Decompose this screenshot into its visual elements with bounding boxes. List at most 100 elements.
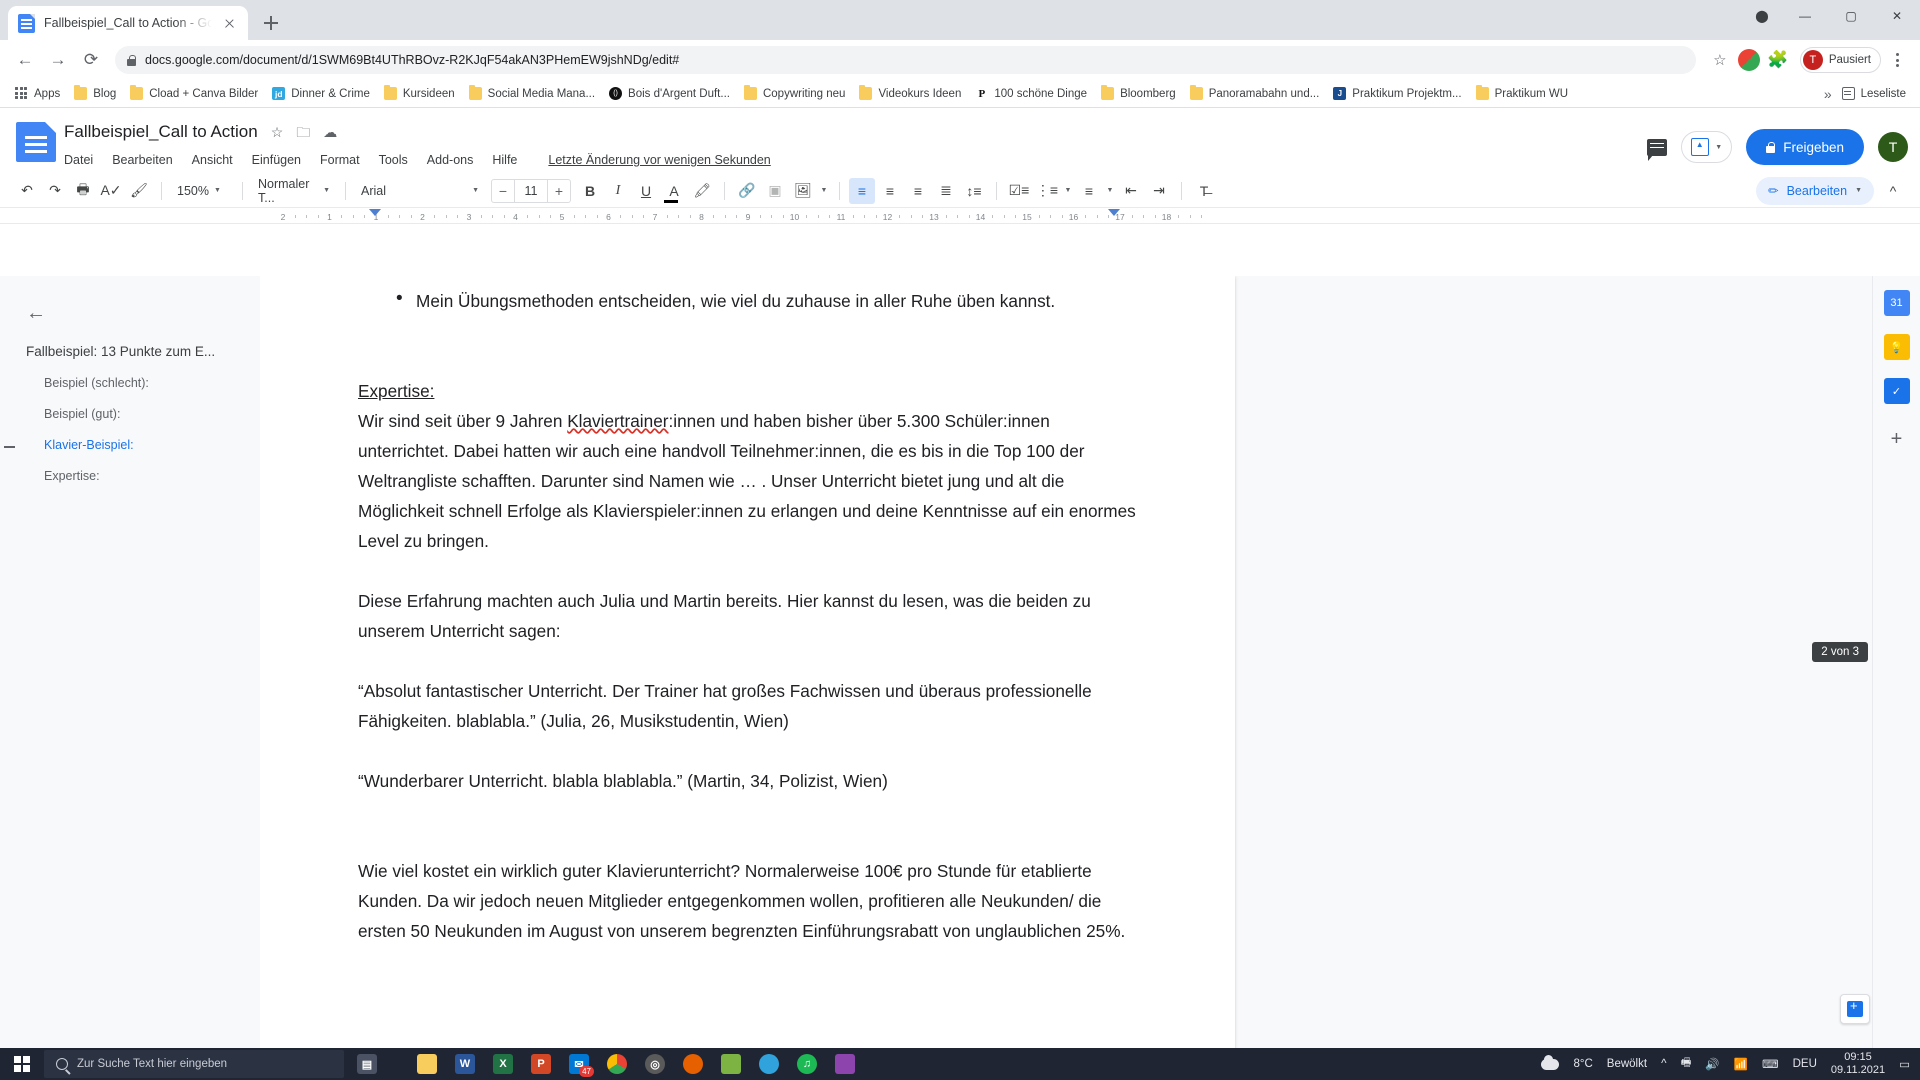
- increase-indent-icon[interactable]: ⇥: [1146, 178, 1172, 204]
- share-button[interactable]: Freigeben: [1746, 129, 1864, 165]
- outline-item-expertise[interactable]: Expertise:: [26, 469, 242, 483]
- outline-item-beispiel-gut[interactable]: Beispiel (gut):: [26, 407, 242, 421]
- forward-icon[interactable]: →: [43, 45, 73, 75]
- chevron-down-icon[interactable]: ▼: [818, 178, 830, 204]
- redo-icon[interactable]: ↷: [42, 178, 68, 204]
- chrome-menu-icon[interactable]: [1884, 47, 1910, 73]
- font-size-input[interactable]: 11: [514, 179, 548, 202]
- photos-icon[interactable]: [714, 1049, 748, 1079]
- clock[interactable]: 09:15 09.11.2021: [1831, 1051, 1885, 1077]
- chevron-down-icon[interactable]: ▼: [1062, 178, 1074, 204]
- outline-document-title[interactable]: Fallbeispiel: 13 Punkte zum E...: [26, 344, 242, 359]
- paint-format-icon[interactable]: 🖌: [126, 178, 152, 204]
- bulleted-list-icon[interactable]: ⋮≡: [1034, 178, 1060, 204]
- align-justify-icon[interactable]: ≣: [933, 178, 959, 204]
- gallery-icon[interactable]: [828, 1049, 862, 1079]
- new-tab-button[interactable]: [257, 9, 285, 37]
- menu-addons[interactable]: Add-ons: [427, 153, 474, 167]
- add-addon-icon[interactable]: +: [1891, 428, 1903, 451]
- spotify-icon[interactable]: ♫: [790, 1049, 824, 1079]
- close-window-button[interactable]: ✕: [1874, 0, 1920, 32]
- bookmark-100-schoene-dinge[interactable]: P 100 schöne Dinge: [968, 83, 1094, 105]
- extensions-puzzle-icon[interactable]: 🧩: [1763, 45, 1793, 75]
- cloud-saved-icon[interactable]: ☁: [323, 125, 337, 139]
- chevron-down-icon[interactable]: ▼: [1104, 178, 1116, 204]
- language-indicator[interactable]: DEU: [1793, 1058, 1817, 1070]
- highlight-pen-icon[interactable]: 🖍: [689, 178, 715, 204]
- volume-icon[interactable]: 🔊: [1705, 1057, 1719, 1071]
- edge-icon[interactable]: [752, 1049, 786, 1079]
- decrease-indent-icon[interactable]: ⇤: [1118, 178, 1144, 204]
- outline-item-klavier-beispiel[interactable]: Klavier-Beispiel:: [4, 438, 242, 452]
- google-keep-icon[interactable]: 💡: [1883, 334, 1910, 360]
- italic-button[interactable]: I: [605, 178, 631, 204]
- tray-expand-icon[interactable]: ^: [1661, 1058, 1666, 1070]
- bookmark-panoramabahn-und[interactable]: Panoramabahn und...: [1183, 83, 1327, 105]
- bookmarks-overflow-icon[interactable]: »: [1814, 86, 1842, 102]
- file-explorer-icon[interactable]: [410, 1049, 444, 1079]
- bold-button[interactable]: B: [577, 178, 603, 204]
- bookmark-star-icon[interactable]: ☆: [1705, 45, 1735, 75]
- bookmark-apps[interactable]: Apps: [8, 83, 67, 105]
- insert-image-icon[interactable]: 🖼: [790, 178, 816, 204]
- print-icon[interactable]: 🖶: [70, 178, 96, 204]
- move-to-folder-icon[interactable]: 🗀: [296, 125, 310, 139]
- maximize-button[interactable]: ▢: [1828, 0, 1874, 32]
- firefox-icon[interactable]: [676, 1049, 710, 1079]
- weather-temperature[interactable]: 8°C: [1573, 1058, 1592, 1070]
- notification-icon[interactable]: ▭: [1899, 1057, 1910, 1071]
- menu-ansicht[interactable]: Ansicht: [192, 153, 233, 167]
- font-dropdown[interactable]: Arial ▼: [355, 178, 485, 204]
- paragraph-style-dropdown[interactable]: Normaler T... ▼: [252, 177, 336, 205]
- windows-start-button[interactable]: [0, 1048, 44, 1080]
- extension-avatar-icon[interactable]: [1737, 49, 1760, 71]
- font-size-stepper[interactable]: − 11 +: [491, 178, 571, 203]
- google-docs-logo-icon[interactable]: [16, 122, 56, 162]
- chrome-icon[interactable]: [600, 1049, 634, 1079]
- weather-cloud-icon[interactable]: [1541, 1054, 1560, 1070]
- keyboard-icon[interactable]: ⌨: [1762, 1057, 1779, 1071]
- underline-button[interactable]: U: [633, 178, 659, 204]
- right-margin-handle[interactable]: [1108, 209, 1120, 216]
- star-icon[interactable]: ☆: [271, 125, 284, 139]
- google-calendar-icon[interactable]: 31: [1883, 290, 1910, 316]
- insert-link-icon[interactable]: 🔗: [734, 178, 760, 204]
- undo-icon[interactable]: ↶: [14, 178, 40, 204]
- task-view-icon[interactable]: ▤: [350, 1049, 384, 1079]
- minimize-button[interactable]: —: [1782, 0, 1828, 32]
- bookmark-praktikum-projektm[interactable]: J Praktikum Projektm...: [1326, 83, 1468, 105]
- excel-icon[interactable]: X: [486, 1049, 520, 1079]
- menu-bearbeiten[interactable]: Bearbeiten: [112, 153, 172, 167]
- bookmark-bois-dargent-duft[interactable]: () Bois d'Argent Duft...: [602, 83, 737, 105]
- profile-button[interactable]: T Pausiert: [1799, 47, 1881, 73]
- align-center-icon[interactable]: ≡: [877, 178, 903, 204]
- bookmark-social-media-mana[interactable]: Social Media Mana...: [462, 83, 602, 105]
- menu-einfuegen[interactable]: Einfügen: [252, 153, 301, 167]
- outline-item-beispiel-schlecht[interactable]: Beispiel (schlecht):: [26, 376, 242, 390]
- bookmark-dinner-crime[interactable]: jd Dinner & Crime: [265, 83, 377, 105]
- zoom-dropdown[interactable]: 150% ▼: [171, 178, 233, 204]
- menu-datei[interactable]: Datei: [64, 153, 93, 167]
- bookmark-praktikum-wu[interactable]: Praktikum WU: [1469, 83, 1575, 105]
- align-left-icon[interactable]: ≡: [849, 177, 875, 204]
- extension-icon[interactable]: ⬤: [1742, 0, 1782, 32]
- document-page[interactable]: Mein Übungsmethoden entscheiden, wie vie…: [260, 276, 1235, 1048]
- google-tasks-icon[interactable]: ✓: [1883, 378, 1910, 404]
- editing-mode-dropdown[interactable]: ✏ Bearbeiten ▼: [1756, 176, 1874, 205]
- font-size-increase-button[interactable]: +: [548, 180, 570, 202]
- clear-formatting-icon[interactable]: T̶: [1191, 178, 1217, 204]
- taskbar-search-input[interactable]: Zur Suche Text hier eingeben: [44, 1050, 344, 1078]
- bookmark-copywriting-neu[interactable]: Copywriting neu: [737, 83, 852, 105]
- collapse-toolbar-icon[interactable]: ^: [1880, 178, 1906, 204]
- checklist-icon[interactable]: ☑≡: [1006, 178, 1032, 204]
- camera-icon[interactable]: 🖷: [1680, 1055, 1691, 1074]
- bookmark-kursideen[interactable]: Kursideen: [377, 83, 462, 105]
- close-outline-icon[interactable]: ←: [26, 302, 242, 324]
- powerpoint-icon[interactable]: P: [524, 1049, 558, 1079]
- weather-description[interactable]: Bewölkt: [1607, 1058, 1647, 1070]
- wifi-icon[interactable]: 📶: [1734, 1057, 1748, 1071]
- bookmark-videokurs-ideen[interactable]: Videokurs Ideen: [852, 83, 968, 105]
- present-button[interactable]: ▼: [1681, 131, 1733, 163]
- menu-tools[interactable]: Tools: [379, 153, 408, 167]
- browser-tab-active[interactable]: Fallbeispiel_Call to Action - Goog: [8, 6, 248, 40]
